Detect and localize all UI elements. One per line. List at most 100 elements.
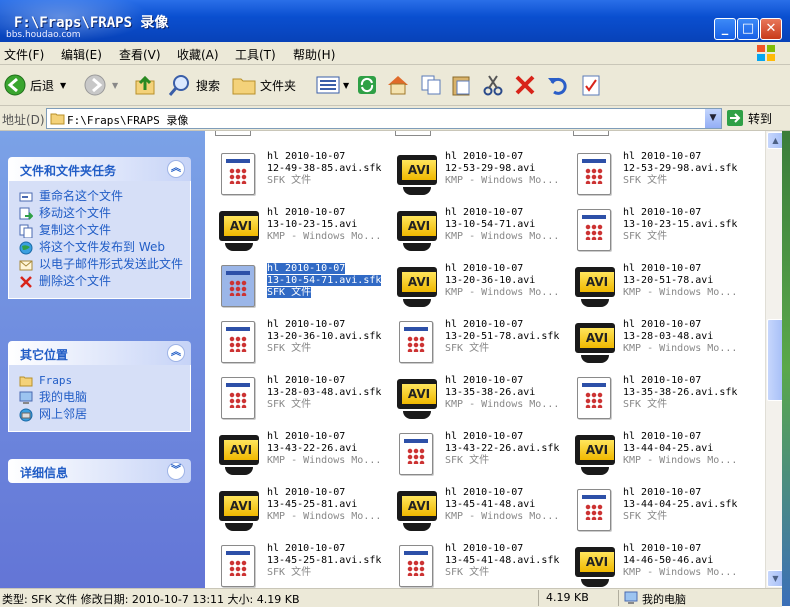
forward-dropdown-icon[interactable]: ▼ xyxy=(112,81,118,90)
status-size: 4.19 KB xyxy=(546,591,589,604)
menu-edit[interactable]: 编辑(E) xyxy=(61,46,102,63)
file-item[interactable]: hl 2010-10-07 12-49-38-85.avi.sfk SFK 文件 xyxy=(211,149,389,201)
task-move[interactable]: 移动这个文件 xyxy=(19,207,190,221)
go-button[interactable]: 转到 xyxy=(726,109,772,127)
menu-tools[interactable]: 工具(T) xyxy=(235,46,276,63)
undo-button[interactable] xyxy=(546,71,568,99)
menu-favorites[interactable]: 收藏(A) xyxy=(177,46,219,63)
task-publish-web[interactable]: 将这个文件发布到 Web xyxy=(19,241,190,255)
file-item[interactable]: AVI hl 2010-10-07 13-35-38-26.avi KMP - W… xyxy=(389,373,567,425)
file-item[interactable]: hl 2010-10-07 13-43-22-26.avi.sfk SFK 文件 xyxy=(389,429,567,481)
menu-file[interactable]: 文件(F) xyxy=(4,46,44,63)
task-delete[interactable]: 删除这个文件 xyxy=(19,275,190,289)
copy-to-button[interactable] xyxy=(420,71,442,99)
file-item[interactable]: hl 2010-10-07 13-35-38-26.avi.sfk SFK 文件 xyxy=(567,373,745,425)
place-my-computer[interactable]: 我的电脑 xyxy=(19,391,190,405)
avi-video-icon: AVI xyxy=(217,431,261,479)
task-rename[interactable]: 重命名这个文件 xyxy=(19,190,190,204)
sfk-file-icon xyxy=(395,319,439,367)
file-item[interactable]: hl 2010-10-07 13-44-04-25.avi.sfk SFK 文件 xyxy=(567,485,745,537)
refresh-icon xyxy=(358,76,376,94)
file-item[interactable]: AVI hl 2010-10-07 13-44-04-25.avi KMP - W… xyxy=(567,429,745,481)
home-button[interactable] xyxy=(386,71,410,99)
other-places-header[interactable]: 其它位置 ︽ xyxy=(8,341,191,365)
expand-chevron-icon[interactable]: ︾ xyxy=(167,462,185,480)
task-pane: 文件和文件夹任务 ︽ 重命名这个文件 移动这个文件 复制这个文件 将这个文件发布… xyxy=(0,131,205,588)
avi-video-icon: AVI xyxy=(573,543,617,588)
properties-icon xyxy=(582,75,600,96)
search-icon xyxy=(168,75,189,96)
window-title: F:\Fraps\FRAPS 录像 xyxy=(14,15,169,31)
folders-button[interactable]: 文件夹 xyxy=(232,71,296,99)
undo-icon xyxy=(548,77,567,95)
file-label: hl 2010-10-07 13-45-41-48.avi.sfk SFK 文件 xyxy=(445,543,560,578)
menu-view[interactable]: 查看(V) xyxy=(119,46,161,63)
file-label: hl 2010-10-07 12-49-38-85.avi.sfk SFK 文件 xyxy=(267,151,382,186)
maximize-button[interactable]: □ xyxy=(737,18,759,40)
file-item[interactable]: AVI hl 2010-10-07 13-20-51-78.avi KMP - W… xyxy=(567,261,745,313)
file-label: hl 2010-10-07 13-10-54-71.avi KMP - Wind… xyxy=(445,207,560,242)
menu-help[interactable]: 帮助(H) xyxy=(293,46,335,63)
forward-button[interactable]: ▼ xyxy=(84,71,118,99)
copy-icon xyxy=(421,75,441,95)
place-fraps[interactable]: Fraps xyxy=(19,374,190,388)
rename-icon xyxy=(19,192,33,202)
file-item[interactable]: hl 2010-10-07 13-10-23-15.avi.sfk SFK 文件 xyxy=(567,205,745,257)
sfk-file-icon xyxy=(217,263,261,311)
avi-video-icon: AVI xyxy=(395,375,439,423)
file-item[interactable]: hl 2010-10-07 13-28-03-48.avi.sfk SFK 文件 xyxy=(211,373,389,425)
partial-file-icon xyxy=(215,131,251,136)
file-item[interactable]: AVI hl 2010-10-07 13-45-25-81.avi KMP - W… xyxy=(211,485,389,537)
file-item[interactable]: AVI hl 2010-10-07 13-10-23-15.avi KMP - W… xyxy=(211,205,389,257)
task-copy[interactable]: 复制这个文件 xyxy=(19,224,190,238)
file-item[interactable]: AVI hl 2010-10-07 13-45-41-48.avi KMP - W… xyxy=(389,485,567,537)
file-item[interactable]: AVI hl 2010-10-07 14-46-50-46.avi KMP - W… xyxy=(567,541,745,588)
up-folder-button[interactable] xyxy=(134,71,156,99)
address-label: 地址(D) xyxy=(2,113,45,127)
file-item[interactable]: hl 2010-10-07 13-45-41-48.avi.sfk SFK 文件 xyxy=(389,541,567,588)
paste-button[interactable] xyxy=(450,71,472,99)
properties-button[interactable] xyxy=(580,71,602,99)
file-item[interactable]: hl 2010-10-07 13-10-54-71.avi.sfk SFK 文件 xyxy=(211,261,389,313)
avi-video-icon: AVI xyxy=(395,263,439,311)
file-item[interactable]: hl 2010-10-07 13-45-25-81.avi.sfk SFK 文件 xyxy=(211,541,389,588)
delete-button[interactable] xyxy=(514,71,536,99)
address-dropdown-icon[interactable]: ▼ xyxy=(705,109,721,128)
file-label: hl 2010-10-07 13-44-04-25.avi.sfk SFK 文件 xyxy=(623,487,738,522)
vertical-scrollbar[interactable]: ▲ ▼ xyxy=(765,131,784,588)
file-tasks-header[interactable]: 文件和文件夹任务 ︽ xyxy=(8,157,191,181)
file-item[interactable]: hl 2010-10-07 12-53-29-98.avi.sfk SFK 文件 xyxy=(567,149,745,201)
file-label: hl 2010-10-07 12-53-29-98.avi.sfk SFK 文件 xyxy=(623,151,738,186)
back-dropdown-icon[interactable]: ▼ xyxy=(60,81,66,90)
task-email[interactable]: 以电子邮件形式发送此文件 xyxy=(19,258,190,272)
file-label: hl 2010-10-07 13-10-54-71.avi.sfk SFK 文件 xyxy=(267,263,382,298)
move-icon xyxy=(19,207,33,220)
place-network[interactable]: 网上邻居 xyxy=(19,408,190,422)
file-item[interactable]: hl 2010-10-07 13-20-51-78.avi.sfk SFK 文件 xyxy=(389,317,567,369)
views-dropdown-icon[interactable]: ▼ xyxy=(343,81,349,90)
collapse-chevron-icon[interactable]: ︽ xyxy=(167,160,185,178)
toolbar: 后退 ▼ ▼ 搜索 文件夹 ▼ xyxy=(0,65,790,106)
details-header[interactable]: 详细信息 ︾ xyxy=(8,459,191,483)
back-button[interactable]: 后退 ▼ xyxy=(4,71,66,99)
file-item[interactable]: AVI hl 2010-10-07 13-20-36-10.avi KMP - W… xyxy=(389,261,567,313)
file-label: hl 2010-10-07 13-45-25-81.avi.sfk SFK 文件 xyxy=(267,543,382,578)
menu-bar: 文件(F) 编辑(E) 查看(V) 收藏(A) 工具(T) 帮助(H) xyxy=(0,42,790,65)
file-item[interactable]: AVI hl 2010-10-07 13-10-54-71.avi KMP - W… xyxy=(389,205,567,257)
collapse-chevron-icon[interactable]: ︽ xyxy=(167,344,185,362)
minimize-button[interactable]: _ xyxy=(714,18,736,40)
cut-button[interactable] xyxy=(482,71,504,99)
file-label: hl 2010-10-07 13-20-51-78.avi KMP - Wind… xyxy=(623,263,738,298)
address-input[interactable]: F:\Fraps\FRAPS 录像 ▼ xyxy=(46,108,722,129)
file-item[interactable]: hl 2010-10-07 13-20-36-10.avi.sfk SFK 文件 xyxy=(211,317,389,369)
views-button[interactable]: ▼ xyxy=(316,71,349,99)
close-button[interactable]: ✕ xyxy=(760,18,782,40)
views-icon xyxy=(316,76,340,94)
home-icon xyxy=(388,76,408,95)
sync-button[interactable] xyxy=(356,71,378,99)
file-item[interactable]: AVI hl 2010-10-07 13-28-03-48.avi KMP - W… xyxy=(567,317,745,369)
avi-video-icon: AVI xyxy=(395,151,439,199)
file-item[interactable]: AVI hl 2010-10-07 13-43-22-26.avi KMP - W… xyxy=(211,429,389,481)
file-item[interactable]: AVI hl 2010-10-07 12-53-29-98.avi KMP - W… xyxy=(389,149,567,201)
search-button[interactable]: 搜索 xyxy=(168,71,220,99)
